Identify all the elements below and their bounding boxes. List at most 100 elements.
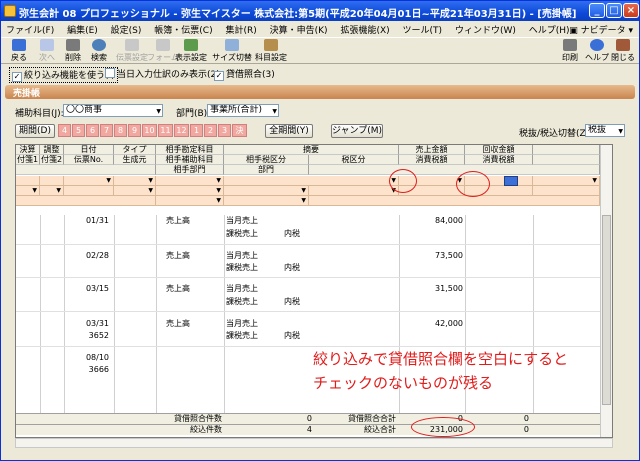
vertical-scrollbar[interactable] (600, 145, 612, 437)
col-header: 相手部門 (156, 165, 224, 175)
filter-cell[interactable]: ▼ (114, 176, 156, 186)
door-icon (616, 39, 630, 51)
col-header: 消費税額 (465, 155, 533, 165)
month-10-button[interactable]: 10 (142, 124, 157, 137)
menu-window[interactable]: ウィンドウ(W) (450, 21, 521, 36)
close-book-button[interactable]: 閉じる (607, 39, 639, 63)
reconcile-filter-selected (504, 176, 518, 186)
annotation-text-line1: 絞り込みで貸借照合欄を空白にすると (313, 350, 569, 368)
col-header: 付箋1 (16, 155, 40, 165)
col-header: 摘要 (224, 145, 399, 155)
filter-cell[interactable]: ▼ (224, 186, 309, 196)
jump-button[interactable]: ジャンプ(M) (331, 124, 383, 138)
menu-file[interactable]: ファイル(F) (1, 21, 59, 36)
row-tax-inclusion: 内税 (284, 229, 300, 238)
navi-data-button[interactable]: ▣ ナビデータ ▾ (569, 21, 633, 36)
filter-dropdown-icon: ▼ (148, 187, 153, 194)
month-closing-button[interactable]: 決 (232, 124, 247, 137)
tax-toggle-select[interactable]: 税抜 ▼ (585, 124, 625, 137)
filter-cell[interactable]: ▼ (156, 196, 224, 206)
menu-totals[interactable]: 集計(R) (220, 21, 261, 36)
row-date: 02/28 (85, 251, 109, 260)
month-4-button[interactable]: 4 (58, 124, 71, 137)
filter-cell[interactable]: ▼ (533, 176, 600, 186)
dept-select[interactable]: 事業所(合計) ▼ (207, 104, 279, 117)
tax-toggle-label: 税抜/税込切替(Z) (519, 129, 590, 139)
month-12-button[interactable]: 12 (174, 124, 189, 137)
filter-dropdown-icon: ▼ (216, 197, 221, 204)
account-settings-button[interactable]: 科目設定 (253, 39, 289, 63)
row-tax-class: 課税売上 (226, 331, 258, 340)
filter-dropdown-icon: ▼ (56, 187, 61, 194)
menu-closing[interactable]: 決算・申告(K) (265, 21, 333, 36)
dept-label: 部門(B): (176, 109, 211, 119)
reconcile-count-value: 0 (306, 414, 312, 423)
search-button[interactable]: 検索 (83, 39, 115, 63)
scroll-thumb[interactable] (602, 215, 611, 405)
title-bar: 弥生会計 08 プロフェッショナル - 弥生マイスター 株式会社:第5期(平成2… (1, 1, 639, 21)
display-settings-button[interactable]: 表示設定 (173, 39, 209, 63)
month-6-button[interactable]: 6 (86, 124, 99, 137)
filter-cell[interactable]: ▼ (309, 186, 399, 196)
filter-cell[interactable]: ▼ (40, 186, 64, 196)
ledger-grid: 決算 調整 日付 タイプ 相手勘定科目 摘要 売上金額 回収金額 付箋1 付箋2… (15, 144, 613, 438)
row-date: 03/31 (85, 319, 109, 328)
size-toggle-button[interactable]: サイズ切替 (211, 39, 253, 63)
row-slip-no: 3666 (88, 365, 109, 374)
annotation-text-line2: チェックのないものが残る (313, 374, 494, 392)
filter-cell[interactable]: ▼ (156, 186, 224, 196)
month-1-button[interactable]: 1 (190, 124, 203, 137)
period-button[interactable]: 期間(D) (15, 124, 55, 138)
filter-cell[interactable] (309, 196, 600, 206)
filter-cell[interactable]: ▼ (224, 176, 399, 186)
maximize-button[interactable]: □ (606, 3, 622, 18)
reconcile-total-label: 貸借照合合計 (348, 414, 396, 423)
month-5-button[interactable]: 5 (72, 124, 85, 137)
filter-dropdown-icon: ▼ (216, 177, 221, 184)
dept-value: 事業所(合計) (210, 105, 263, 115)
filter-cell[interactable]: ▼ (156, 176, 224, 186)
month-3-button[interactable]: 3 (218, 124, 231, 137)
row-tax-class: 課税売上 (226, 297, 258, 306)
filter-cell[interactable]: ▼ (64, 176, 114, 186)
filter-cell[interactable] (533, 186, 600, 196)
month-9-button[interactable]: 9 (128, 124, 141, 137)
menu-tools[interactable]: ツール(T) (398, 21, 448, 36)
slip-settings-button[interactable]: 伝票設定 (113, 39, 151, 63)
filter-cell[interactable] (16, 176, 40, 186)
month-2-button[interactable]: 2 (204, 124, 217, 137)
option-bar: ✓ 絞り込み機能を使う(I) 当日入力仕訳のみ表示(2) ✓ 貸借照合(3) (1, 65, 639, 83)
filter-cell[interactable]: ▼ (16, 186, 40, 196)
month-7-button[interactable]: 7 (100, 124, 113, 137)
row-amount: 84,000 (435, 216, 463, 225)
menu-extensions[interactable]: 拡張機能(X) (335, 21, 394, 36)
col-header: 生成元 (114, 155, 156, 165)
filter-cell[interactable] (40, 176, 64, 186)
month-11-button[interactable]: 11 (158, 124, 173, 137)
today-only-checkbox[interactable]: 当日入力仕訳のみ表示(2) (105, 67, 220, 80)
col-header: 消費税額 (399, 155, 465, 165)
filter-label: 絞り込み機能を使う(I) (24, 71, 115, 81)
print-label: 印刷 (562, 53, 578, 62)
row-tax-inclusion: 内税 (284, 331, 300, 340)
reconcile-checkbox[interactable]: ✓ 貸借照合(3) (214, 67, 275, 81)
filter-cell[interactable] (16, 196, 156, 206)
sub-account-select[interactable]: 〇〇商事 ▼ (63, 104, 163, 117)
horizontal-scrollbar[interactable] (15, 438, 613, 448)
month-8-button[interactable]: 8 (114, 124, 127, 137)
account-settings-label: 科目設定 (255, 53, 287, 62)
menu-settings[interactable]: 設定(S) (106, 21, 147, 36)
filter-cell[interactable] (64, 186, 114, 196)
filter-checkbox[interactable]: ✓ 絞り込み機能を使う(I) (9, 67, 118, 83)
close-button[interactable]: × (623, 3, 639, 18)
all-period-button[interactable]: 全期間(Y) (265, 124, 313, 138)
filter-dropdown-icon: ▼ (32, 187, 37, 194)
next-label: 次へ (39, 53, 55, 62)
menu-help[interactable]: ヘルプ(H) (524, 21, 575, 36)
menu-edit[interactable]: 編集(E) (62, 21, 103, 36)
filter-cell[interactable]: ▼ (224, 196, 309, 206)
filter-cell[interactable]: ▼ (114, 186, 156, 196)
minimize-button[interactable]: _ (589, 3, 605, 18)
menu-books[interactable]: 帳簿・伝票(C) (149, 21, 217, 36)
row-account: 売上高 (166, 284, 190, 293)
